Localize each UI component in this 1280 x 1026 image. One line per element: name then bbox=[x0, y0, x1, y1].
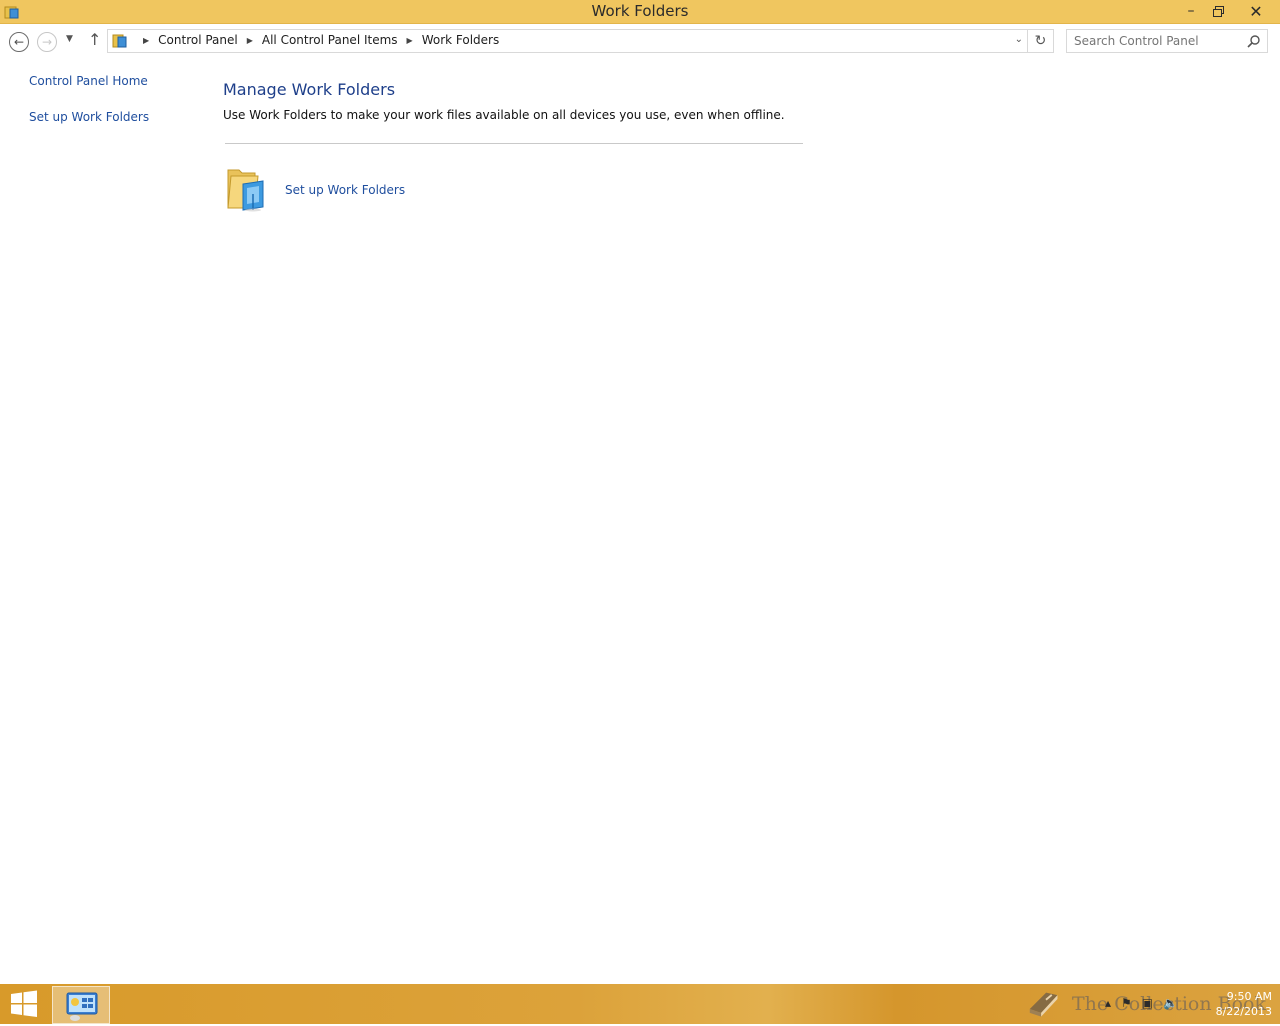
setup-work-folders-item[interactable]: Set up Work Folders bbox=[225, 164, 525, 216]
taskbar: The Collection Book ▴ ⚑ ▣ 🔈 9:50 AM 8/22… bbox=[0, 984, 1280, 1024]
forward-arrow-icon: → bbox=[41, 35, 53, 49]
show-hidden-icons-icon[interactable]: ▴ bbox=[1105, 996, 1111, 1010]
breadcrumb-separator-icon[interactable]: ▶ bbox=[143, 36, 149, 45]
address-bar[interactable]: ▶ Control Panel ▶ All Control Panel Item… bbox=[107, 29, 1028, 53]
breadcrumb: ▶ Control Panel ▶ All Control Panel Item… bbox=[134, 33, 499, 47]
close-button[interactable]: ✕ bbox=[1236, 0, 1276, 22]
search-box[interactable] bbox=[1066, 29, 1268, 53]
set-up-work-folders-link[interactable]: Set up Work Folders bbox=[285, 183, 405, 197]
chevron-down-icon: ▼ bbox=[66, 34, 73, 44]
title-bar: Work Folders – ✕ bbox=[0, 0, 1280, 24]
refresh-icon: ↻ bbox=[1034, 33, 1047, 49]
forward-button[interactable]: → bbox=[37, 32, 57, 52]
clock[interactable]: 9:50 AM 8/22/2013 bbox=[1200, 989, 1272, 1019]
network-icon[interactable]: ▣ bbox=[1142, 996, 1153, 1010]
windows-logo-icon[interactable] bbox=[8, 989, 40, 1019]
divider bbox=[225, 143, 803, 144]
page-description: Use Work Folders to make your work files… bbox=[223, 108, 785, 122]
breadcrumb-all-items[interactable]: All Control Panel Items bbox=[262, 33, 398, 47]
sidebar-item-control-panel-home[interactable]: Control Panel Home bbox=[29, 74, 148, 88]
breadcrumb-control-panel[interactable]: Control Panel bbox=[158, 33, 238, 47]
breadcrumb-work-folders[interactable]: Work Folders bbox=[422, 33, 500, 47]
search-icon[interactable] bbox=[1247, 34, 1261, 48]
window-title: Work Folders bbox=[591, 2, 689, 20]
back-arrow-icon: ← bbox=[13, 35, 25, 49]
restore-button[interactable] bbox=[1203, 0, 1233, 22]
page-title: Manage Work Folders bbox=[223, 80, 396, 99]
action-center-flag-icon[interactable]: ⚑ bbox=[1121, 996, 1132, 1010]
recent-locations-dropdown[interactable]: ▼ bbox=[66, 34, 73, 44]
up-button[interactable]: ↑ bbox=[88, 30, 101, 49]
system-tray: ▴ ⚑ ▣ 🔈 bbox=[1105, 996, 1178, 1010]
restore-icon bbox=[1212, 5, 1224, 17]
back-button[interactable]: ← bbox=[9, 32, 29, 52]
taskbar-control-panel-button[interactable] bbox=[52, 986, 110, 1024]
control-panel-icon bbox=[66, 992, 98, 1021]
work-folders-icon[interactable] bbox=[225, 164, 271, 212]
minimize-icon: – bbox=[1187, 3, 1195, 19]
clock-date: 8/22/2013 bbox=[1215, 1005, 1272, 1018]
breadcrumb-separator-icon[interactable]: ▶ bbox=[247, 36, 253, 45]
search-input[interactable] bbox=[1067, 30, 1237, 52]
close-icon: ✕ bbox=[1249, 1, 1263, 21]
up-arrow-icon: ↑ bbox=[88, 30, 102, 49]
minimize-button[interactable]: – bbox=[1176, 0, 1206, 22]
book-icon bbox=[1029, 992, 1058, 1017]
refresh-button[interactable]: ↻ bbox=[1028, 29, 1054, 53]
breadcrumb-separator-icon[interactable]: ▶ bbox=[407, 36, 413, 45]
control-panel-location-icon bbox=[112, 34, 127, 48]
address-dropdown-button[interactable]: ⌄ bbox=[1015, 34, 1023, 45]
sidebar-item-set-up-work-folders[interactable]: Set up Work Folders bbox=[29, 110, 149, 124]
volume-icon[interactable]: 🔈 bbox=[1163, 996, 1178, 1010]
clock-time: 9:50 AM bbox=[1226, 990, 1272, 1003]
address-toolbar: ← → ▼ ↑ ▶ Control Panel ▶ All Control Pa… bbox=[0, 24, 1280, 58]
chevron-down-icon: ⌄ bbox=[1014, 34, 1023, 45]
